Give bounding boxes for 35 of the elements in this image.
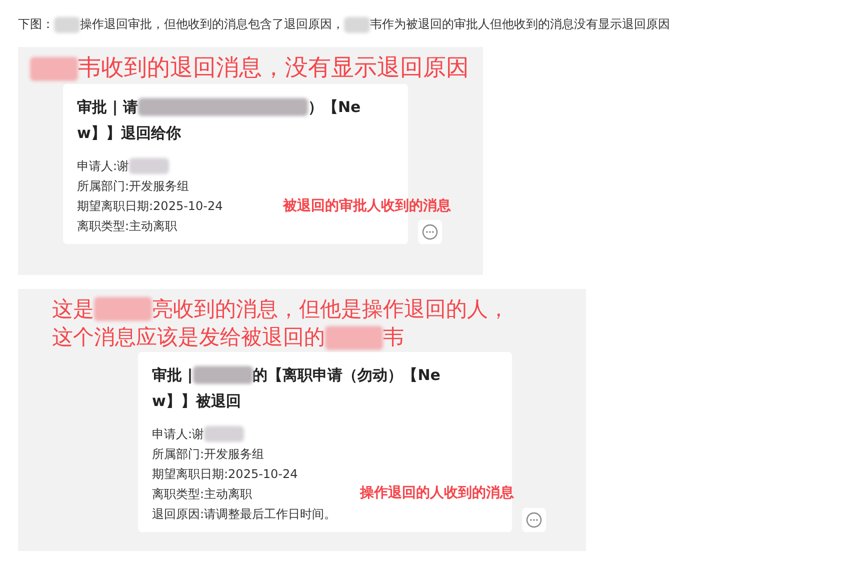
field-text: 申请人:谢 xyxy=(77,158,130,176)
field-text: 离职类型:主动离职 xyxy=(77,218,178,236)
message-title: 审批 | 请 xyxy=(77,97,138,118)
caption-text: 韦 xyxy=(383,324,404,352)
redaction-blur xyxy=(94,297,152,322)
field-text: 申请人:谢 xyxy=(152,426,204,443)
redaction-blur xyxy=(344,16,370,32)
message-title: ）【Ne xyxy=(308,97,361,118)
message-title: 审批 | xyxy=(152,364,193,386)
intro-text: 操作退回审批，但他收到的消息包含了退回原因， xyxy=(80,16,344,33)
intro-text: 下图： xyxy=(18,16,54,33)
caption-text: 亮收到的消息，但他是操作退回的人， xyxy=(152,296,509,323)
message-title: w】】被退回 xyxy=(152,390,241,412)
field-text: 所属部门:开发服务组 xyxy=(152,446,264,463)
redaction-blur xyxy=(54,16,80,32)
message-title: 的【离职申请（勿动）【Ne xyxy=(252,364,440,386)
annotation-note: 操作退回的人收到的消息 xyxy=(360,484,514,502)
redaction-blur xyxy=(30,56,78,81)
intro-text: 韦作为被退回的审批人但他收到的消息没有显示退回原因 xyxy=(370,16,670,33)
field-text: 所属部门:开发服务组 xyxy=(77,178,190,196)
caption-text: 这是 xyxy=(52,296,94,323)
field-text: 期望离职日期:2025-10-24 xyxy=(152,466,298,483)
redaction-blur xyxy=(325,326,383,350)
caption-text: 这个消息应该是发给被退回的 xyxy=(52,324,325,352)
redaction-blur xyxy=(192,366,253,384)
redaction-blur xyxy=(129,158,170,174)
annotation-note: 被退回的审批人收到的消息 xyxy=(283,197,451,215)
field-text: 离职类型:主动离职 xyxy=(152,486,252,503)
field-text: 退回原因:请调整最后工作日时间。 xyxy=(152,506,336,523)
caption-text: 韦收到的退回消息，没有显示退回原因 xyxy=(78,54,469,83)
message-title: w】】退回给你 xyxy=(77,123,181,144)
field-text: 期望离职日期:2025-10-24 xyxy=(77,198,223,216)
more-icon[interactable] xyxy=(418,220,442,244)
redaction-blur xyxy=(204,426,244,442)
more-icon[interactable] xyxy=(522,508,546,532)
